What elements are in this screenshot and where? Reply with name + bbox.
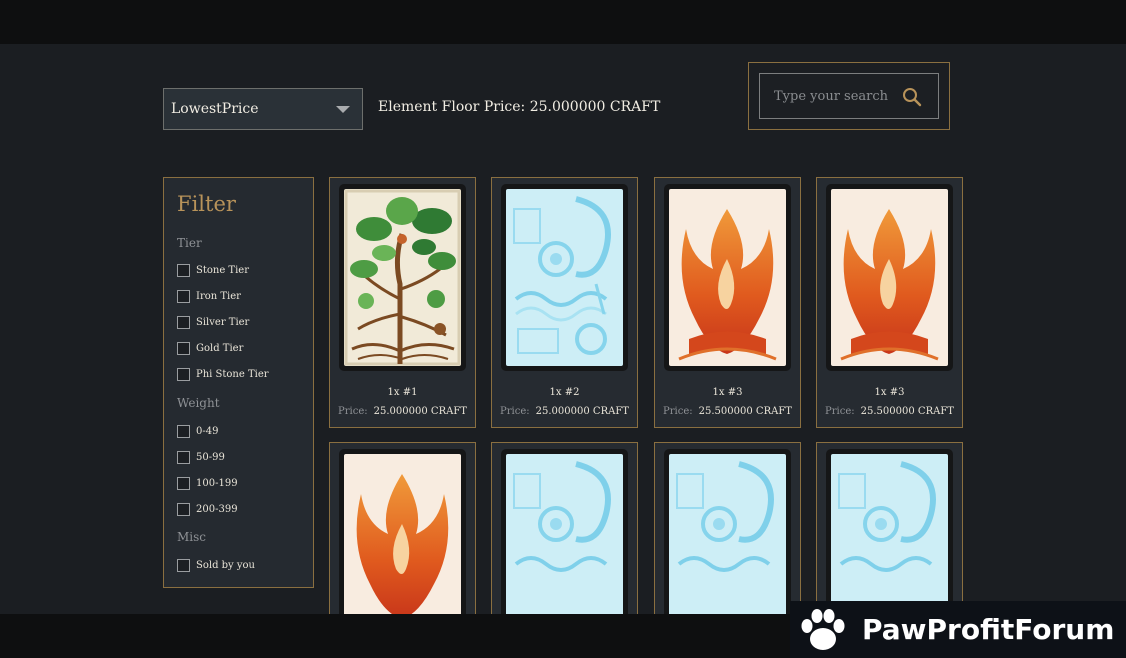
water-card-art [506,454,623,631]
filter-panel: Filter Tier Stone Tier Iron Tier Silver … [163,177,314,588]
watermark: PawProfitForum [790,601,1126,658]
card-quantity: 1x #3 [712,387,743,398]
card-frame [664,449,791,636]
card-item[interactable] [329,442,476,636]
card-frame [339,449,466,636]
card-item[interactable]: 1x #2 Price: 25.000000 CRAFT [491,177,638,428]
card-quantity: 1x #2 [549,387,580,398]
filter-option-weight-50-99[interactable]: 50-99 [177,449,225,465]
filter-option-sold-by-you[interactable]: Sold by you [177,557,255,573]
search-icon[interactable] [902,87,922,107]
card-quantity: 1x #3 [874,387,905,398]
top-bar [0,0,1126,44]
chevron-down-icon [336,106,350,113]
checkbox[interactable] [177,289,190,303]
watermark-text: PawProfitForum [862,613,1115,646]
card-price: Price: 25.000000 CRAFT [500,406,629,417]
card-item[interactable] [654,442,801,636]
card-frame [501,184,628,371]
sort-selected-value: LowestPrice [171,101,259,117]
card-item[interactable]: 1x #1 Price: 25.000000 CRAFT [329,177,476,428]
card-item[interactable] [491,442,638,636]
filter-option-weight-100-199[interactable]: 100-199 [177,475,238,491]
card-price: Price: 25.500000 CRAFT [825,406,954,417]
fire-card-art [669,189,786,366]
water-card-art [669,454,786,631]
filter-option-weight-0-49[interactable]: 0-49 [177,423,218,439]
card-quantity: 1x #1 [387,387,418,398]
fire-card-art [831,189,948,366]
filter-title: Filter [177,192,236,216]
earth-card-art [344,189,461,366]
checkbox[interactable] [177,341,190,355]
fire-card-art [344,454,461,631]
search-container [748,62,950,130]
filter-option-weight-200-399[interactable]: 200-399 [177,501,238,517]
filter-group-tier: Tier [177,236,202,250]
water-card-art [506,189,623,366]
card-item[interactable] [816,442,963,636]
card-frame [501,449,628,636]
card-frame [826,184,953,371]
search-input[interactable] [760,74,900,118]
checkbox[interactable] [177,263,190,277]
filter-option-stone-tier[interactable]: Stone Tier [177,262,249,278]
checkbox[interactable] [177,367,190,381]
card-item[interactable]: 1x #3 Price: 25.500000 CRAFT [654,177,801,428]
paw-icon [801,608,845,650]
element-floor-price: Element Floor Price: 25.000000 CRAFT [378,99,661,115]
card-frame [664,184,791,371]
filter-group-misc: Misc [177,530,207,544]
filter-option-iron-tier[interactable]: Iron Tier [177,288,241,304]
checkbox[interactable] [177,476,190,490]
checkbox[interactable] [177,315,190,329]
checkbox[interactable] [177,558,190,572]
filter-group-weight: Weight [177,396,220,410]
checkbox[interactable] [177,424,190,438]
filter-option-gold-tier[interactable]: Gold Tier [177,340,243,356]
search-box [759,73,939,119]
filter-option-silver-tier[interactable]: Silver Tier [177,314,249,330]
card-frame [339,184,466,371]
card-price: Price: 25.000000 CRAFT [338,406,467,417]
checkbox[interactable] [177,450,190,464]
card-price: Price: 25.500000 CRAFT [663,406,792,417]
checkbox[interactable] [177,502,190,516]
sort-dropdown[interactable]: LowestPrice [163,88,363,130]
filter-option-phi-stone-tier[interactable]: Phi Stone Tier [177,366,269,382]
card-item[interactable]: 1x #3 Price: 25.500000 CRAFT [816,177,963,428]
